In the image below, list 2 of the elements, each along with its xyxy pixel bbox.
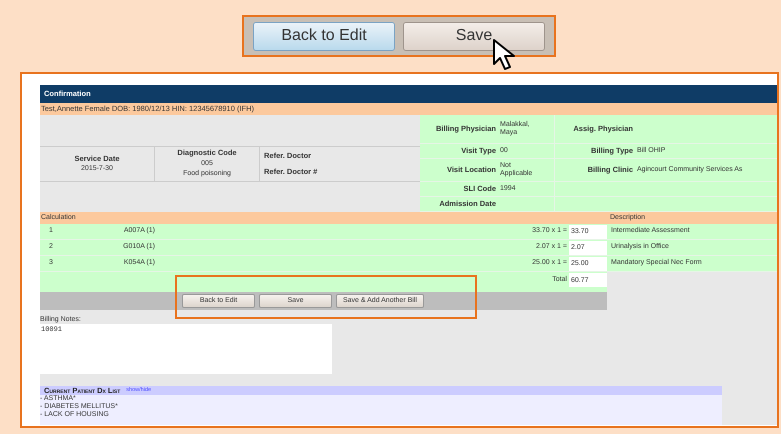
- callout-button[interactable]: Save: [403, 22, 545, 50]
- callout-button[interactable]: Back to Edit: [253, 22, 395, 50]
